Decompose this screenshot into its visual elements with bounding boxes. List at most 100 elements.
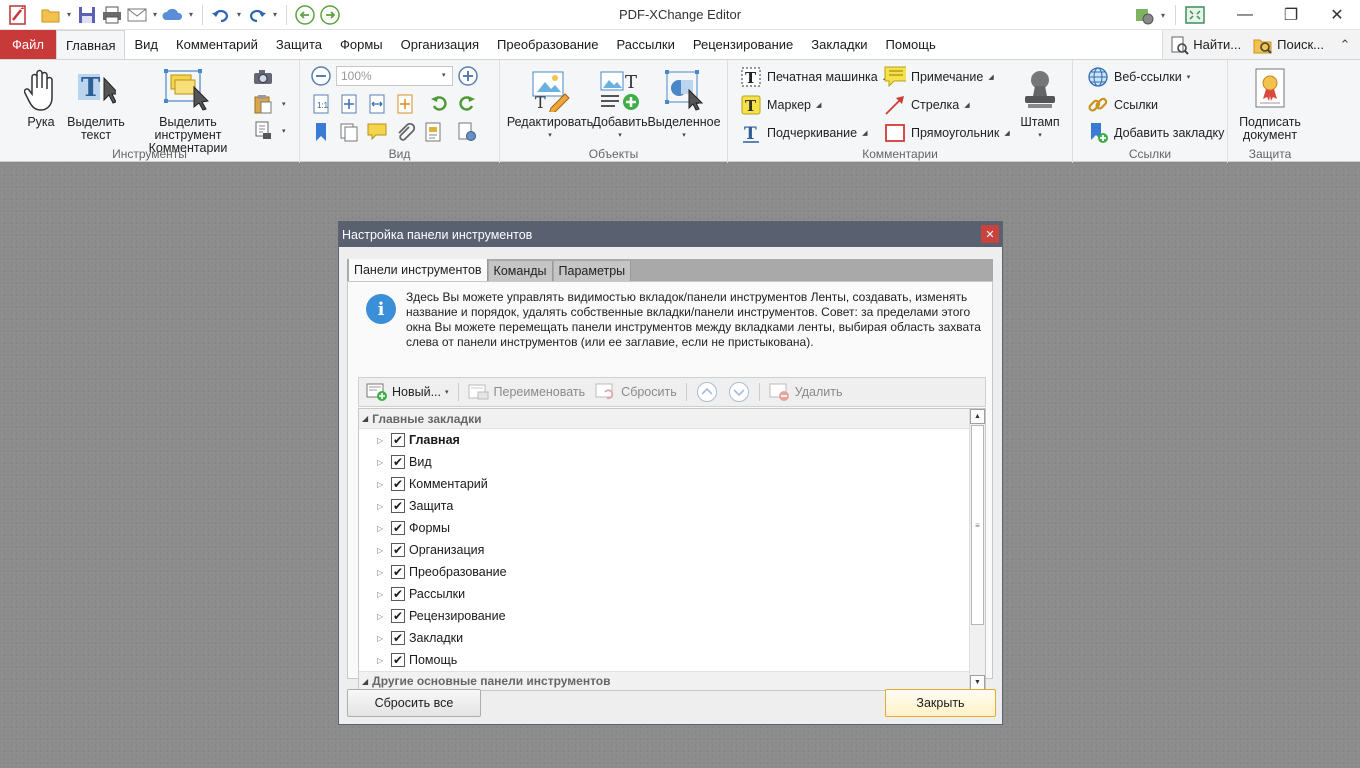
cloud-dropdown-icon[interactable]: ▾	[187, 10, 195, 19]
expand-icon[interactable]: ▷	[377, 502, 387, 511]
app-logo-icon[interactable]	[4, 1, 32, 29]
fullscreen-icon[interactable]	[1184, 4, 1206, 26]
paste-dropdown-icon[interactable]: ▾	[282, 100, 286, 108]
attachments-pane-icon[interactable]	[394, 121, 416, 143]
stamp-button[interactable]: Штамп ▾	[1014, 64, 1066, 142]
search-button[interactable]: Поиск...	[1247, 30, 1330, 59]
comments-pane-icon[interactable]	[366, 121, 388, 143]
customize-pane-icon[interactable]	[456, 121, 478, 143]
layers-pane-icon[interactable]	[422, 121, 444, 143]
expand-icon[interactable]: ▷	[377, 436, 387, 445]
dialog-close-icon[interactable]: ✕	[981, 225, 999, 243]
fit-page-icon[interactable]	[338, 93, 360, 115]
tree-item-protect[interactable]: ▷ ✔ Защита	[359, 495, 969, 517]
stamp-dropdown-icon[interactable]: ▾	[1038, 129, 1042, 142]
checkbox[interactable]: ✔	[391, 455, 405, 469]
tree-item-review[interactable]: ▷ ✔ Рецензирование	[359, 605, 969, 627]
snapshot-icon[interactable]	[252, 66, 274, 88]
email-icon[interactable]	[126, 4, 148, 26]
tree-scrollbar[interactable]: ▲ ≡ ▼	[969, 409, 985, 690]
checkbox[interactable]: ✔	[391, 609, 405, 623]
tab-mailings[interactable]: Рассылки	[608, 30, 684, 59]
checkbox[interactable]: ✔	[391, 543, 405, 557]
actual-size-icon[interactable]: 1:1	[310, 93, 332, 115]
links-button[interactable]: Ссылки	[1087, 94, 1158, 116]
selected-button[interactable]: Выделенное ▾	[647, 64, 721, 142]
checkbox[interactable]: ✔	[391, 587, 405, 601]
tab-comment[interactable]: Комментарий	[167, 30, 267, 59]
tree-item-mailings[interactable]: ▷ ✔ Рассылки	[359, 583, 969, 605]
forward-icon[interactable]	[319, 4, 341, 26]
settings-icon[interactable]	[1133, 4, 1155, 26]
highlighter-button[interactable]: T Маркер ◢	[740, 94, 821, 116]
fit-width-icon[interactable]	[366, 93, 388, 115]
reset-button[interactable]: Сбросить	[592, 380, 680, 404]
tree-item-comment[interactable]: ▷ ✔ Комментарий	[359, 473, 969, 495]
open-icon[interactable]	[40, 4, 62, 26]
arrow-button[interactable]: Стрелка ◢	[884, 94, 970, 116]
undo-dropdown-icon[interactable]: ▾	[235, 10, 243, 19]
open-dropdown-icon[interactable]: ▾	[65, 10, 73, 19]
checkbox[interactable]: ✔	[391, 499, 405, 513]
checkbox[interactable]: ✔	[391, 631, 405, 645]
hand-tool-button[interactable]: Рука	[18, 64, 64, 129]
tab-options[interactable]: Параметры	[553, 261, 632, 281]
tree-item-forms[interactable]: ▷ ✔ Формы	[359, 517, 969, 539]
dialog-titlebar[interactable]: Настройка панели инструментов ✕	[339, 222, 1002, 247]
format-dropdown-icon[interactable]: ▾	[282, 127, 286, 135]
expand-icon[interactable]: ▷	[377, 590, 387, 599]
edit-button[interactable]: T Редактировать ▾	[507, 64, 593, 142]
tab-help[interactable]: Помощь	[877, 30, 945, 59]
expand-icon[interactable]: ▷	[377, 634, 387, 643]
expand-icon[interactable]: ▷	[377, 458, 387, 467]
bookmarks-pane-icon[interactable]	[310, 121, 332, 143]
tree-item-help[interactable]: ▷ ✔ Помощь	[359, 649, 969, 671]
print-icon[interactable]	[101, 4, 123, 26]
close-button[interactable]: Закрыть	[885, 689, 996, 717]
redo-dropdown-icon[interactable]: ▾	[271, 10, 279, 19]
tab-protect[interactable]: Защита	[267, 30, 331, 59]
select-text-button[interactable]: T Выделить текст	[66, 64, 126, 142]
tree-group-other[interactable]: ◢ Другие основные панели инструментов	[359, 671, 969, 690]
back-icon[interactable]	[294, 4, 316, 26]
selected-dropdown-icon[interactable]: ▾	[682, 129, 686, 142]
close-icon[interactable]: ✕	[1314, 0, 1360, 30]
new-button[interactable]: Новый... ▾	[363, 380, 452, 404]
cloud-icon[interactable]	[162, 4, 184, 26]
save-icon[interactable]	[76, 4, 98, 26]
reset-all-button[interactable]: Сбросить все	[347, 689, 481, 717]
tree-item-convert[interactable]: ▷ ✔ Преобразование	[359, 561, 969, 583]
fit-visible-icon[interactable]	[394, 93, 416, 115]
tab-file[interactable]: Файл	[0, 30, 56, 59]
rotate-right-icon[interactable]	[456, 93, 478, 115]
checkbox[interactable]: ✔	[391, 521, 405, 535]
tree-group-main[interactable]: ◢ Главные закладки	[359, 409, 969, 429]
tree-item-organize[interactable]: ▷ ✔ Организация	[359, 539, 969, 561]
sign-document-button[interactable]: Подписать документ	[1236, 64, 1304, 142]
move-up-button[interactable]	[693, 380, 721, 404]
zoom-input[interactable]: 100%	[336, 66, 453, 86]
edit-dropdown-icon[interactable]: ▾	[548, 129, 552, 142]
tab-organize[interactable]: Организация	[392, 30, 488, 59]
rename-button[interactable]: Переименовать	[465, 380, 589, 404]
paste-icon[interactable]	[252, 93, 274, 115]
restore-icon[interactable]: ❐	[1268, 0, 1314, 30]
rotate-left-icon[interactable]	[428, 93, 450, 115]
tab-view[interactable]: Вид	[125, 30, 167, 59]
add-dropdown-icon[interactable]: ▾	[618, 129, 622, 142]
expand-icon[interactable]: ▷	[377, 524, 387, 533]
email-dropdown-icon[interactable]: ▾	[151, 10, 159, 19]
scroll-up-icon[interactable]: ▲	[970, 409, 985, 424]
zoom-out-icon[interactable]	[310, 65, 332, 87]
tree-item-bookmarks[interactable]: ▷ ✔ Закладки	[359, 627, 969, 649]
select-comments-button[interactable]: Выделить инструмент Комментарии	[126, 64, 250, 155]
expand-icon[interactable]: ▷	[377, 568, 387, 577]
delete-button[interactable]: Удалить	[766, 380, 846, 404]
tab-review[interactable]: Рецензирование	[684, 30, 802, 59]
move-down-button[interactable]	[725, 380, 753, 404]
format-painter-icon[interactable]	[252, 120, 274, 142]
tab-commands[interactable]: Команды	[488, 261, 553, 281]
minimize-icon[interactable]: —	[1222, 0, 1268, 30]
find-button[interactable]: Найти...	[1163, 30, 1247, 59]
zoom-in-icon[interactable]	[457, 65, 479, 87]
